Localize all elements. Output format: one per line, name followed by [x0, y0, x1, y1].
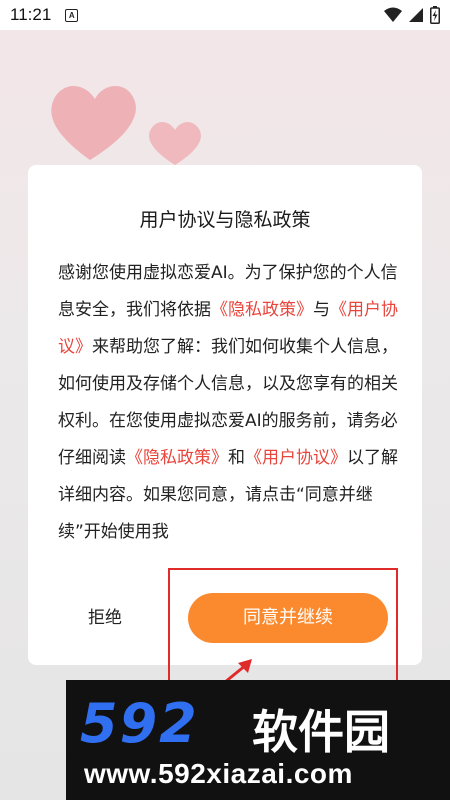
body-text: 与	[313, 300, 330, 320]
wifi-icon	[384, 7, 402, 22]
dialog-body[interactable]: 感谢您使用虚拟恋爱AI。为了保护您的个人信息安全，我们将依据《隐私政策》与《用户…	[58, 255, 398, 565]
watermark-url: www.592xiazai.com	[84, 758, 353, 789]
watermark-banner: 592 软件园 www.592xiazai.com	[66, 680, 450, 800]
a-notification-icon: A	[65, 8, 79, 22]
privacy-policy-link[interactable]: 《隐私政策》	[126, 448, 228, 468]
body-text: 和	[228, 448, 245, 468]
privacy-policy-link[interactable]: 《隐私政策》	[211, 300, 313, 320]
signal-icon	[409, 8, 423, 22]
battery-charging-icon	[430, 6, 440, 24]
watermark-brand: 软件园	[252, 705, 390, 759]
highlight-annotation-box	[168, 568, 398, 698]
dialog-title: 用户协议与隐私政策	[139, 209, 311, 231]
status-time: 11:21	[10, 5, 52, 24]
user-agreement-link[interactable]: 《用户协议》	[245, 448, 347, 468]
hearts-icon	[51, 85, 201, 165]
status-icons	[384, 6, 440, 24]
reject-button[interactable]: 拒绝	[88, 603, 158, 633]
watermark-number: 592	[80, 692, 199, 755]
status-bar: 11:21 A	[0, 0, 450, 30]
